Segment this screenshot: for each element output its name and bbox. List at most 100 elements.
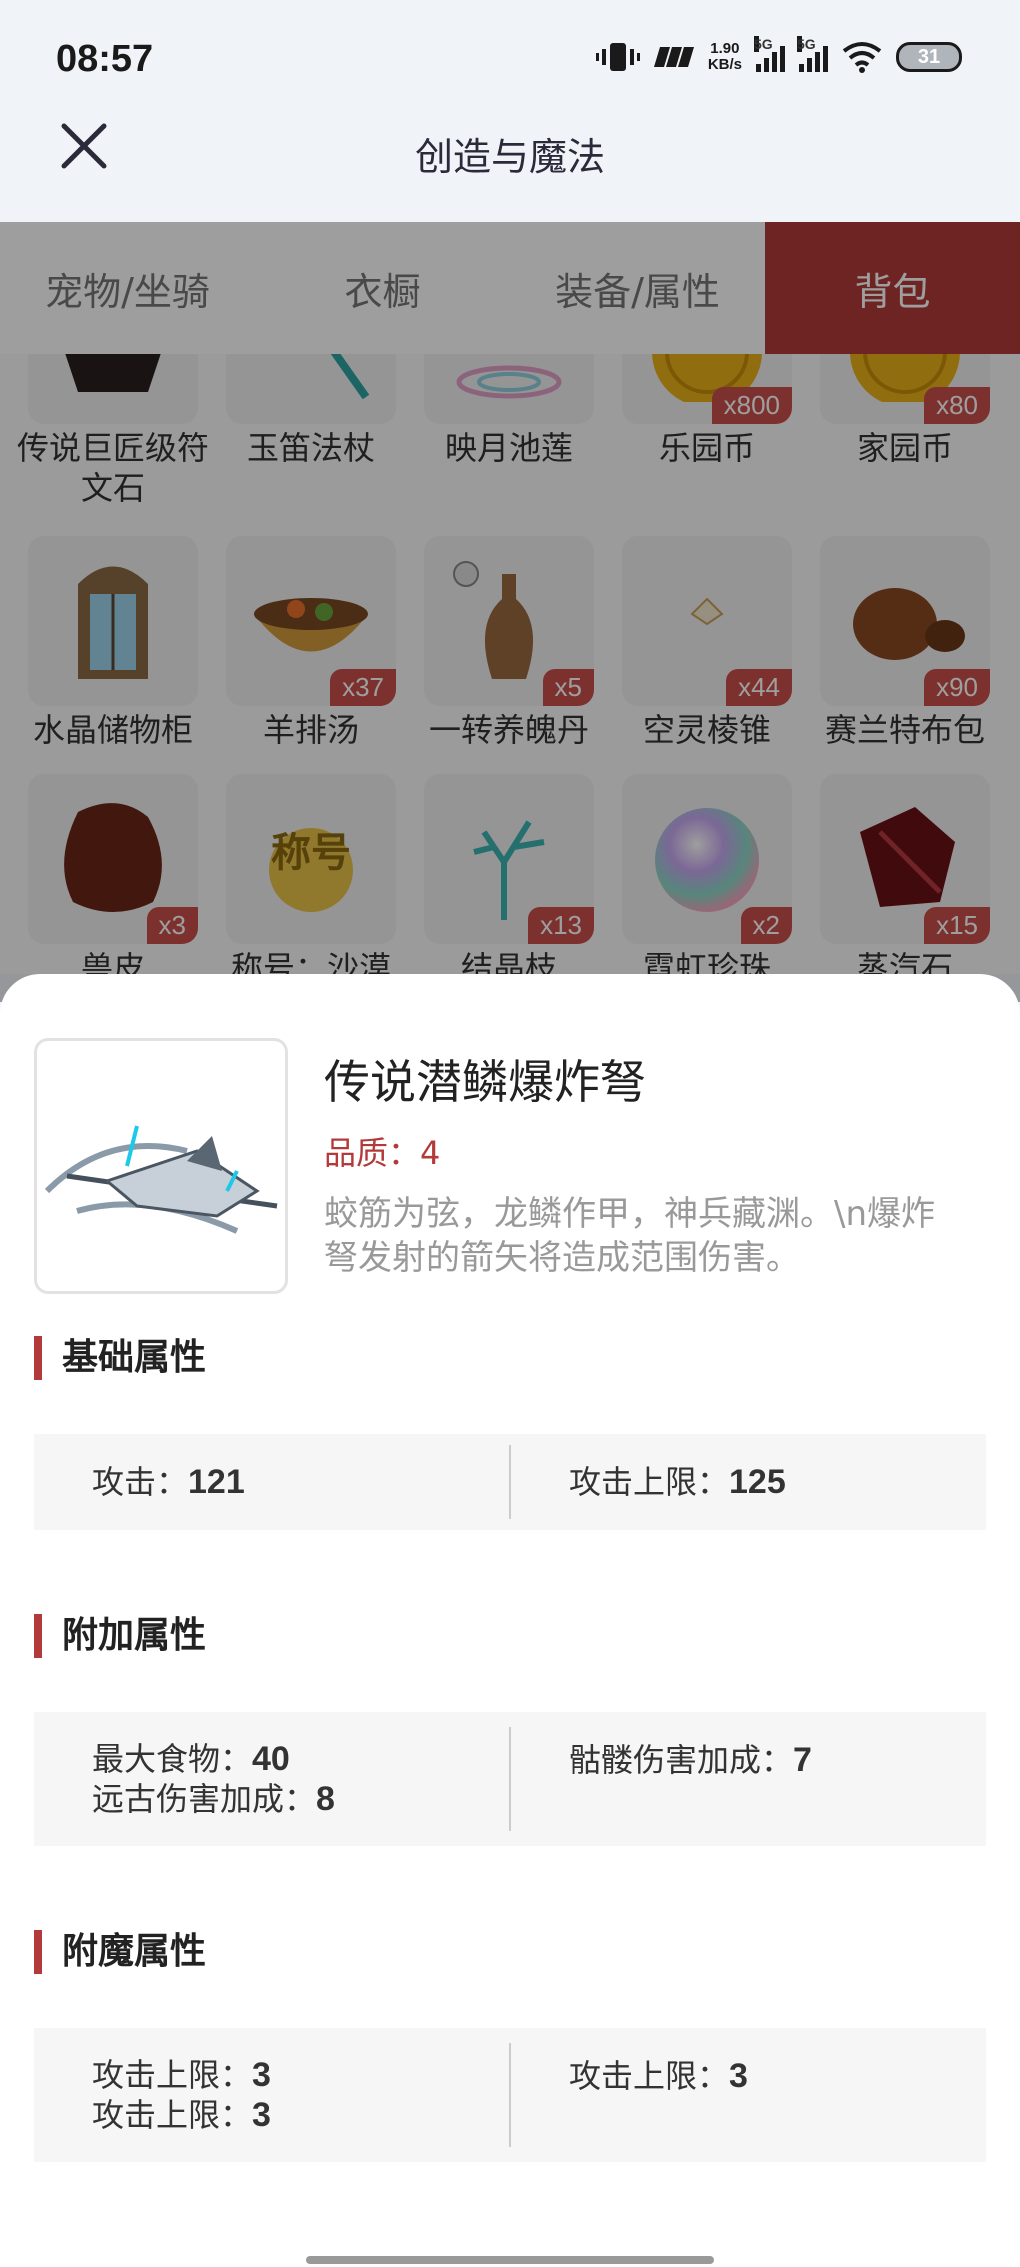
item-name: 家园币: [856, 429, 953, 467]
section-title-basic: 基础属性: [34, 1336, 206, 1380]
item-slot: x15: [820, 774, 990, 944]
item-quality: 品质：4: [324, 1134, 441, 1172]
inventory-item[interactable]: 玉笛法杖: [226, 354, 396, 468]
inventory-item[interactable]: 映月池莲: [424, 354, 594, 468]
attr-value: 3: [252, 2056, 271, 2094]
attr-row: 攻击上限：3: [92, 2055, 509, 2095]
status-time: 08:57: [56, 38, 154, 80]
attr-value: 40: [252, 1740, 290, 1778]
attr-label: 攻击：: [92, 1463, 189, 1501]
attr-box-basic: 攻击：121 攻击上限：125: [34, 1434, 986, 1530]
tab-wardrobe[interactable]: 衣橱: [255, 222, 510, 354]
cloth-bag-icon: [853, 588, 965, 660]
inventory-item[interactable]: x80 家园币: [820, 354, 990, 468]
item-count-badge: x3: [146, 907, 198, 944]
home-indicator[interactable]: [306, 2256, 714, 2264]
item-slot: x90: [820, 536, 990, 706]
item-count-badge: x800: [711, 387, 792, 424]
item-count-badge: x15: [924, 907, 990, 944]
lotus-icon: [456, 365, 562, 399]
item-slot: x800: [622, 354, 792, 424]
item-count-badge: x5: [542, 669, 594, 706]
section-title-enchant: 附魔属性: [34, 1930, 206, 1974]
attr-col-right: 攻击上限：3: [511, 2028, 986, 2096]
attr-label: 攻击上限：: [92, 2056, 253, 2094]
item-name: 水晶储物柜: [32, 711, 193, 749]
vase-icon: [453, 561, 534, 679]
attr-value: 121: [188, 1463, 245, 1501]
item-slot: x13: [424, 774, 594, 944]
inventory-item[interactable]: x37 羊排汤: [226, 536, 396, 750]
attr-label: 攻击上限：: [569, 2057, 730, 2095]
item-name: 赛兰特布包: [824, 711, 985, 749]
item-name: 玉笛法杖: [246, 429, 375, 467]
item-slot: [28, 354, 198, 424]
attr-row: 攻击上限：3: [569, 2056, 986, 2096]
inventory-item[interactable]: x2 霓虹珍珠: [622, 774, 792, 974]
item-slot: x5: [424, 536, 594, 706]
attr-col-right: 攻击上限：125: [511, 1462, 986, 1502]
attr-label: 骷髅伤害加成：: [569, 1741, 794, 1779]
attr-value: 3: [729, 2057, 748, 2095]
item-detail-sheet: 传说潜鳞爆炸弩 品质：4 蛟筋为弦，龙鳞作甲，神兵藏渊。\n爆炸弩发射的箭矢将造…: [0, 974, 1020, 2267]
inventory-item[interactable]: 水晶储物柜: [28, 536, 198, 750]
item-name: 空灵棱锥: [642, 711, 771, 749]
item-name: 兽皮: [80, 949, 145, 974]
title-badge-icon: 称号: [269, 828, 353, 912]
item-slot: [28, 536, 198, 706]
inventory-item[interactable]: x90 赛兰特布包: [820, 536, 990, 750]
attr-row: 攻击：121: [92, 1462, 509, 1502]
rune-stone-icon: [65, 354, 161, 392]
tab-equipment[interactable]: 装备/属性: [510, 222, 765, 354]
item-slot: [226, 354, 396, 424]
attr-row: 远古伤害加成：8: [92, 1779, 509, 1819]
item-name: 羊排汤: [262, 711, 359, 749]
steam-stone-icon: [860, 807, 955, 907]
item-slot: x37: [226, 536, 396, 706]
inventory-item[interactable]: x3 兽皮: [28, 774, 198, 974]
item-slot: [424, 354, 594, 424]
inventory-grid: 传说巨匠级符文石 玉笛法杖 映月池莲 x800 乐园币 x80 家园币 水晶储物…: [0, 354, 1020, 974]
inventory-item[interactable]: x44 空灵棱锥: [622, 536, 792, 750]
item-name: 蒸汽石: [856, 949, 953, 974]
sim2-label: 5G: [797, 36, 816, 52]
tab-backpack[interactable]: 背包: [765, 222, 1020, 354]
attr-col-left: 最大食物：40 远古伤害加成：8: [34, 1739, 509, 1819]
pyramid-icon: [690, 597, 724, 626]
item-thumbnail: [34, 1038, 288, 1294]
pearl-icon: [655, 808, 759, 912]
attr-value: 3: [252, 2096, 271, 2134]
item-name: 乐园币: [658, 429, 755, 467]
attr-col-left: 攻击：121: [34, 1462, 509, 1502]
item-name: 映月池莲: [444, 429, 573, 467]
item-name: 结晶枝: [460, 949, 557, 974]
inventory-item[interactable]: 传说巨匠级符文石: [17, 354, 209, 508]
title-badge-text: 称号: [271, 830, 351, 876]
inventory-item[interactable]: 称号 称号：沙漠: [226, 774, 396, 974]
inventory-item[interactable]: x800 乐园币: [622, 354, 792, 468]
attr-value: 125: [729, 1463, 786, 1501]
wifi-icon: [842, 42, 882, 73]
status-icons: 1.90 KB/s 5G 5G 31: [595, 36, 962, 74]
soup-bowl-icon: [254, 598, 368, 652]
flute-staff-icon: [330, 354, 370, 400]
inventory-item[interactable]: x15 蒸汽石: [820, 774, 990, 974]
network-speed: 1.90 KB/s: [708, 41, 742, 73]
crystal-cabinet-icon: [78, 566, 148, 679]
sim1-label: 5G: [754, 36, 773, 52]
item-count-badge: x44: [726, 669, 792, 706]
item-description: 蛟筋为弦，龙鳞作甲，神兵藏渊。\n爆炸弩发射的箭矢将造成范围伤害。: [324, 1194, 936, 1278]
attr-col-left: 攻击上限：3 攻击上限：3: [34, 2055, 509, 2135]
inventory-item[interactable]: x13 结晶枝: [424, 774, 594, 974]
item-title: 传说潜鳞爆炸弩: [324, 1055, 646, 1109]
hide-icon: [64, 803, 162, 912]
attr-value: 7: [793, 1741, 812, 1779]
tab-pets-mounts[interactable]: 宠物/坐骑: [0, 222, 255, 354]
item-count-badge: x2: [740, 907, 792, 944]
inventory-item[interactable]: x5 一转养魄丹: [424, 536, 594, 750]
item-slot: x44: [622, 536, 792, 706]
vibrate-icon: [595, 43, 640, 71]
crystal-branch-icon: [473, 820, 545, 920]
app-header: 创造与魔法: [0, 100, 1020, 222]
section-title-extra: 附加属性: [34, 1614, 206, 1658]
